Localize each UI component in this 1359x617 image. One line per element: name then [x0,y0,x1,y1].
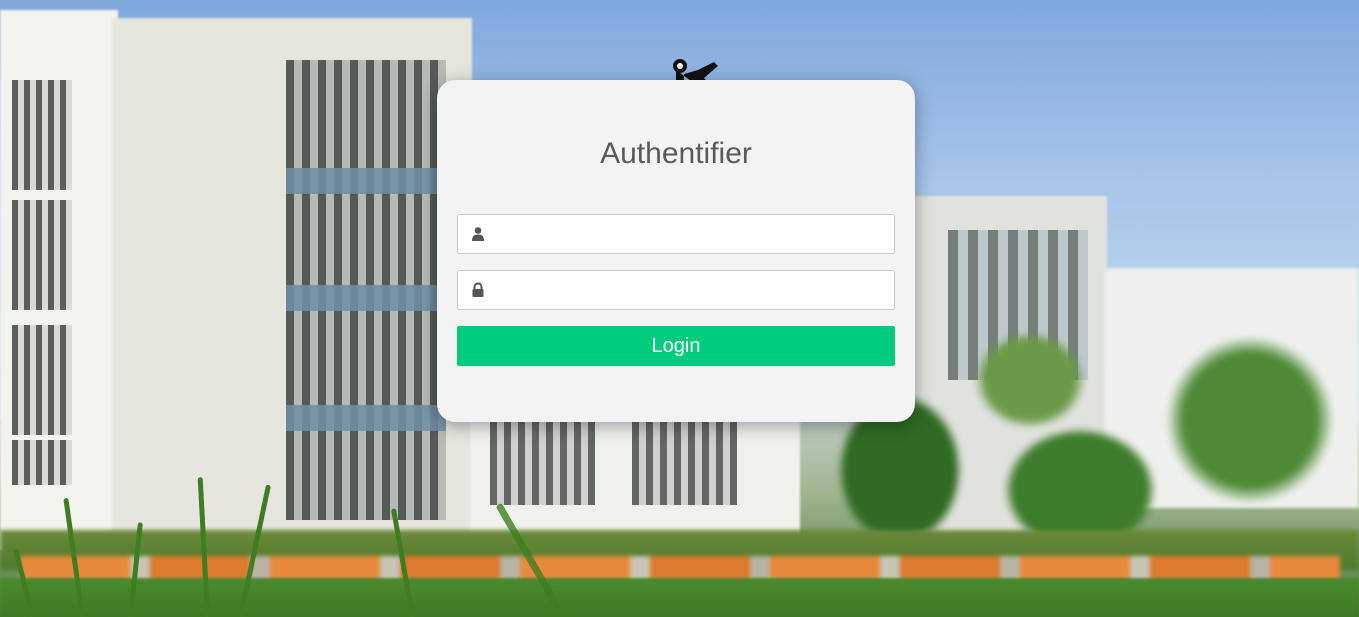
login-card: Authentifier Login [437,80,915,422]
building-stripe [286,405,446,431]
building-window [490,420,595,505]
building-window [632,420,737,505]
building-window [12,325,72,435]
lock-icon [472,282,484,297]
username-field[interactable] [457,214,895,254]
building-stripe [286,285,446,311]
user-icon [472,227,484,241]
password-input[interactable] [494,271,890,309]
password-field[interactable] [457,270,895,310]
building-window [12,80,72,190]
page-title: Authentifier [600,137,752,170]
username-input[interactable] [494,215,890,253]
login-button[interactable]: Login [457,326,895,366]
building-stripe [286,168,446,194]
building-window [12,440,72,485]
building-window [12,200,72,310]
